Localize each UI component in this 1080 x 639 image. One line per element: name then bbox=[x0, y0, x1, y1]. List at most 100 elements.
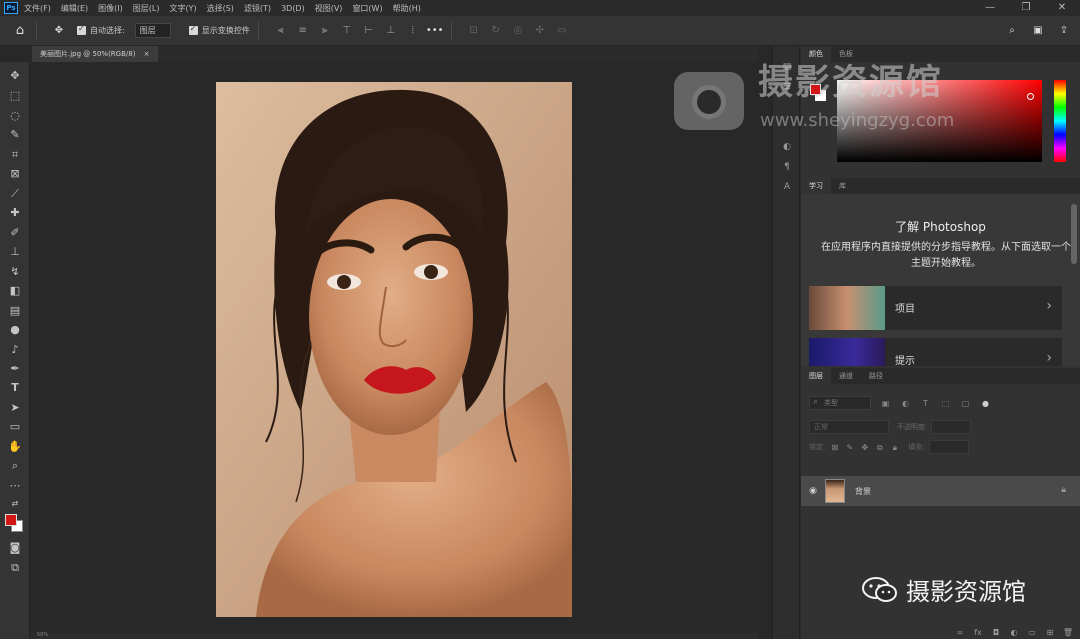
lasso-tool-icon[interactable]: ◌ bbox=[7, 108, 23, 124]
hand-tool-icon[interactable]: ✋ bbox=[7, 439, 23, 455]
menu-file[interactable]: 文件(F) bbox=[24, 3, 51, 14]
hue-slider[interactable] bbox=[1054, 80, 1066, 162]
filter-pixel-icon[interactable]: ▣ bbox=[880, 398, 891, 409]
filter-shape-icon[interactable]: ⬚ bbox=[940, 398, 951, 409]
filter-toggle-icon[interactable]: ● bbox=[980, 398, 991, 409]
type-tool-icon[interactable]: T bbox=[7, 380, 23, 396]
new-adjustment-icon[interactable]: ◐ bbox=[1008, 628, 1020, 637]
search-icon[interactable]: ⌕ bbox=[1004, 23, 1020, 39]
lock-pixels-icon[interactable]: ⊠ bbox=[829, 442, 840, 453]
filter-adjust-icon[interactable]: ◐ bbox=[900, 398, 911, 409]
learn-scrollbar[interactable] bbox=[1071, 204, 1077, 264]
screen-mode-icon[interactable]: ⧉ bbox=[7, 560, 23, 576]
3d-camera-icon[interactable]: ▭ bbox=[554, 23, 570, 39]
align-bottom-icon[interactable]: ⊥ bbox=[383, 23, 399, 39]
fx-icon[interactable]: fx bbox=[972, 628, 984, 637]
menu-select[interactable]: 选择(S) bbox=[207, 3, 234, 14]
foreground-color-swatch[interactable] bbox=[5, 514, 17, 526]
align-left-icon[interactable]: ⫷ bbox=[273, 23, 289, 39]
more-tools-icon[interactable]: ⋯ bbox=[7, 478, 23, 494]
history-brush-tool-icon[interactable]: ↯ bbox=[7, 264, 23, 280]
menu-filter[interactable]: 滤镜(T) bbox=[244, 3, 271, 14]
lock-artboard-icon[interactable]: ⧉ bbox=[874, 442, 885, 453]
tab-swatches[interactable]: 色板 bbox=[831, 46, 861, 62]
close-button[interactable]: ✕ bbox=[1044, 0, 1080, 16]
tab-channels[interactable]: 通道 bbox=[831, 368, 861, 384]
move-tool-icon[interactable]: ✥ bbox=[51, 23, 67, 39]
path-select-tool-icon[interactable]: ➤ bbox=[7, 400, 23, 416]
delete-layer-icon[interactable]: 🗑︎ bbox=[1062, 628, 1074, 637]
menu-edit[interactable]: 编辑(E) bbox=[61, 3, 88, 14]
auto-select-checkbox[interactable] bbox=[77, 24, 86, 35]
document-tab-close[interactable]: × bbox=[144, 50, 150, 58]
dodge-tool-icon[interactable]: ♪ bbox=[7, 342, 23, 358]
pen-tool-icon[interactable]: ✒ bbox=[7, 361, 23, 377]
healing-brush-tool-icon[interactable]: ✚ bbox=[7, 205, 23, 221]
color-panel-foreground-swatch[interactable] bbox=[810, 84, 821, 95]
align-top-icon[interactable]: ⊤ bbox=[339, 23, 355, 39]
menu-3d[interactable]: 3D(D) bbox=[281, 4, 305, 13]
distribute-icon[interactable]: ⦙ bbox=[405, 23, 421, 39]
clone-stamp-tool-icon[interactable]: ⊥ bbox=[7, 244, 23, 260]
opacity-field[interactable] bbox=[931, 420, 972, 434]
menu-layer[interactable]: 图层(L) bbox=[133, 3, 160, 14]
gradient-tool-icon[interactable]: ▤ bbox=[7, 303, 23, 319]
minimize-button[interactable]: — bbox=[972, 0, 1008, 16]
menu-image[interactable]: 图像(I) bbox=[98, 3, 123, 14]
learn-card-project[interactable]: 项目 › bbox=[809, 286, 1062, 330]
lock-position-icon[interactable]: ✥ bbox=[859, 442, 870, 453]
brush-tool-icon[interactable]: ✐ bbox=[7, 225, 23, 241]
share-icon[interactable]: ⇪ bbox=[1056, 23, 1072, 39]
tab-color[interactable]: 颜色 bbox=[801, 46, 831, 62]
marquee-tool-icon[interactable]: ⬚ bbox=[7, 88, 23, 104]
crop-tool-icon[interactable]: ⌗ bbox=[7, 147, 23, 163]
visibility-eye-icon[interactable]: ◉ bbox=[805, 486, 821, 496]
3d-roll-icon[interactable]: ◎ bbox=[510, 23, 526, 39]
eyedropper-tool-icon[interactable]: ⟋ bbox=[7, 186, 23, 202]
more-options-icon[interactable]: ••• bbox=[426, 23, 444, 39]
lock-paint-icon[interactable]: ✎ bbox=[844, 442, 855, 453]
color-picker-field[interactable] bbox=[837, 80, 1042, 162]
menu-type[interactable]: 文字(Y) bbox=[169, 3, 196, 14]
workspace-icon[interactable]: ▣ bbox=[1030, 23, 1046, 39]
align-middle-icon[interactable]: ⊢ bbox=[361, 23, 377, 39]
tab-layers[interactable]: 图层 bbox=[801, 368, 831, 384]
document-canvas-image[interactable] bbox=[216, 82, 572, 617]
auto-select-option[interactable]: 自动选择: bbox=[77, 24, 125, 36]
color-picker-marker[interactable] bbox=[1027, 93, 1034, 100]
new-group-icon[interactable]: ▭ bbox=[1026, 628, 1038, 637]
blend-mode-dropdown[interactable]: 正常 bbox=[809, 420, 889, 434]
move-tool-icon[interactable]: ✥ bbox=[7, 68, 23, 84]
fill-field[interactable] bbox=[928, 440, 969, 454]
menu-window[interactable]: 窗口(W) bbox=[352, 3, 382, 14]
restore-button[interactable]: ❐ bbox=[1008, 0, 1044, 16]
document-tab[interactable]: 美丽图片.jpg @ 50%(RGB/8) × bbox=[32, 46, 158, 62]
show-transform-option[interactable]: 显示变换控件 bbox=[188, 24, 250, 36]
quick-mask-icon[interactable]: ◙ bbox=[7, 540, 23, 556]
align-right-icon[interactable]: ⫸ bbox=[317, 23, 333, 39]
blur-tool-icon[interactable]: ● bbox=[7, 322, 23, 338]
filter-smart-icon[interactable]: ▢ bbox=[960, 398, 971, 409]
canvas-area[interactable] bbox=[31, 62, 758, 633]
history-panel-icon[interactable]: ▤ bbox=[781, 62, 793, 74]
align-center-icon[interactable]: ≡ bbox=[295, 23, 311, 39]
learn-card-tips[interactable]: 提示 › bbox=[809, 338, 1062, 366]
lock-all-icon[interactable]: 🔒︎ bbox=[889, 442, 900, 453]
link-layers-icon[interactable]: ∞ bbox=[954, 628, 966, 637]
rectangle-tool-icon[interactable]: ▭ bbox=[7, 419, 23, 435]
paragraph-panel-icon[interactable]: ¶ bbox=[781, 162, 793, 174]
menu-help[interactable]: 帮助(H) bbox=[393, 3, 421, 14]
tab-libraries[interactable]: 库 bbox=[831, 178, 854, 194]
tab-learn[interactable]: 学习 bbox=[801, 178, 831, 194]
layer-item-background[interactable]: ◉ 背景 🔒︎ bbox=[801, 476, 1080, 506]
properties-panel-icon[interactable]: ≣ bbox=[781, 82, 793, 94]
quick-select-tool-icon[interactable]: ✎ bbox=[7, 127, 23, 143]
zoom-tool-icon[interactable]: ⌕ bbox=[7, 458, 23, 474]
3d-drag-icon[interactable]: ✣ bbox=[532, 23, 548, 39]
eraser-tool-icon[interactable]: ◧ bbox=[7, 283, 23, 299]
new-layer-icon[interactable]: ⊞ bbox=[1044, 628, 1056, 637]
3d-rotate-icon[interactable]: ↻ bbox=[488, 23, 504, 39]
frame-tool-icon[interactable]: ⊠ bbox=[7, 166, 23, 182]
swap-colors-icon[interactable]: ⇄ bbox=[7, 496, 23, 512]
home-icon[interactable]: ⌂ bbox=[12, 23, 28, 39]
